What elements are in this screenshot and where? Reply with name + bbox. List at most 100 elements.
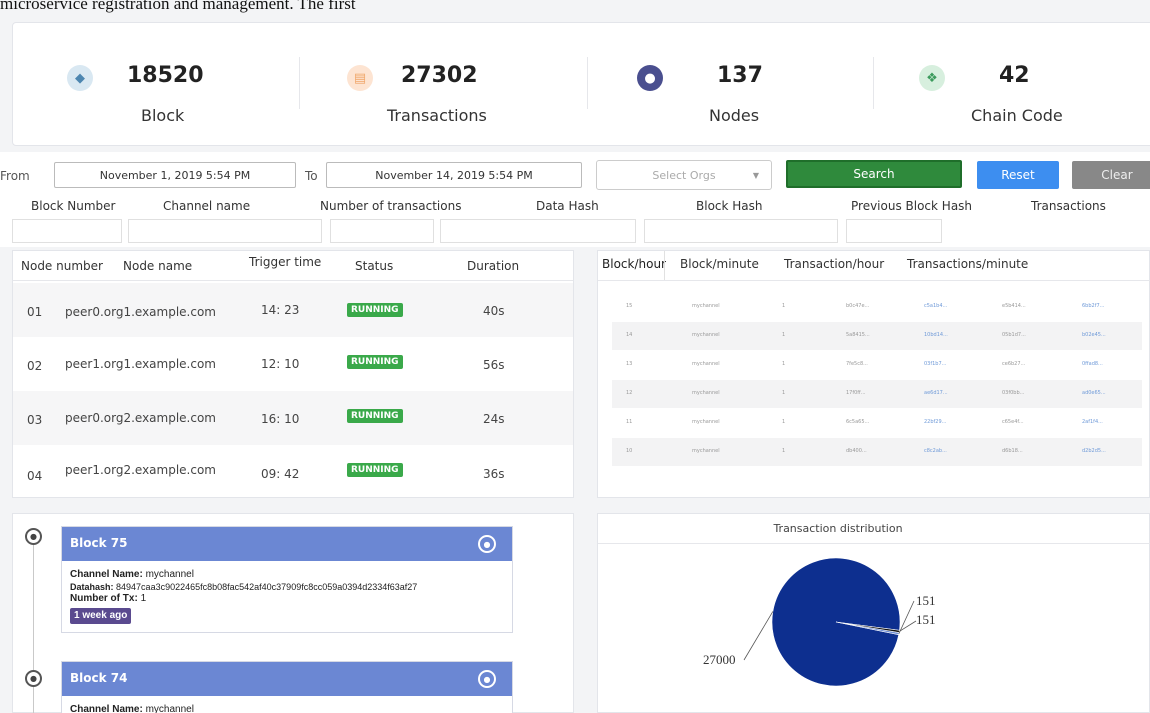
col-block-number[interactable]: Block Number: [31, 199, 115, 213]
tab-transaction-hour[interactable]: Transaction/hour: [784, 257, 884, 271]
table-cell[interactable]: c5a1b4...: [924, 303, 947, 309]
node-number: 01: [27, 305, 43, 319]
tab-block-hour[interactable]: Block/hour: [602, 257, 666, 271]
stat-nodes-value: 137: [717, 63, 763, 88]
search-button[interactable]: Search: [786, 160, 962, 188]
table-cell: 1: [782, 361, 786, 367]
table-cell: 1: [782, 448, 786, 454]
table-row[interactable]: 01 peer0.org1.example.com 14: 23 RUNNING…: [13, 283, 573, 337]
table-cell[interactable]: 03f1b7...: [924, 361, 946, 367]
node-duration: 24s: [483, 412, 505, 426]
table-cell[interactable]: d2b2d5...: [1082, 448, 1106, 454]
to-date-input[interactable]: November 14, 2019 5:54 PM: [326, 162, 582, 188]
clear-button[interactable]: Clear: [1072, 161, 1150, 189]
table-row[interactable]: 15 mychannel 1 b0c47e... c5a1b4... e5b414... 6…: [612, 293, 1142, 321]
table-row[interactable]: 11 mychannel 1 6c5a65... 22bf29... c65e4f... 2…: [612, 409, 1142, 437]
table-row[interactable]: 12 mychannel 1 17f0ff... ae6d17... 03f0bb... a…: [612, 380, 1142, 408]
col-channel-name[interactable]: Channel name: [163, 199, 250, 213]
table-cell[interactable]: 10bd14...: [924, 332, 948, 338]
tab-block-minute[interactable]: Block/minute: [680, 257, 759, 271]
table-cell: 1: [782, 332, 786, 338]
from-date-input[interactable]: November 1, 2019 5:54 PM: [54, 162, 296, 188]
pie-chart: [743, 557, 917, 687]
table-row[interactable]: 02 peer1.org1.example.com 12: 10 RUNNING…: [13, 337, 573, 391]
node-name: peer1.org1.example.com: [65, 357, 216, 371]
block-card[interactable]: Block 75 ● Channel Name: mychannel Datah…: [61, 526, 513, 633]
block-title: Block 74: [70, 671, 128, 685]
table-cell[interactable]: b02e45...: [1082, 332, 1106, 338]
reset-button[interactable]: Reset: [977, 161, 1059, 189]
table-cell: 17f0ff...: [846, 390, 866, 396]
table-cell[interactable]: c8c2ab...: [924, 448, 947, 454]
page-caption: microservice registration and management…: [0, 0, 356, 13]
node-name: peer0.org2.example.com: [65, 411, 216, 425]
col-previous-block-hash[interactable]: Previous Block Hash: [851, 199, 972, 213]
datahash-value: 84947caa3c9022465fc8b08fac542af40c37909f…: [116, 582, 418, 592]
table-cell: ce6b27...: [1002, 361, 1026, 367]
table-row[interactable]: 03 peer0.org2.example.com 16: 10 RUNNING…: [13, 391, 573, 445]
table-cell: 11: [626, 419, 633, 425]
block-hash-filter[interactable]: [644, 219, 838, 243]
table-cell[interactable]: 0ffad8...: [1082, 361, 1103, 367]
node-trigger-time: 12: 10: [261, 357, 300, 371]
col-data-hash[interactable]: Data Hash: [536, 199, 599, 213]
table-row[interactable]: 13 mychannel 1 7fe5c8... 03f1b7... ce6b27... 0…: [612, 351, 1142, 379]
table-cell[interactable]: 22bf29...: [924, 419, 946, 425]
node-duration: 40s: [483, 304, 505, 318]
table-cell: mychannel: [692, 303, 720, 309]
node-duration: 36s: [483, 467, 505, 481]
table-cell: mychannel: [692, 419, 720, 425]
transaction-distribution-panel: Transaction distribution: [597, 513, 1150, 713]
block-detail-icon[interactable]: ●: [478, 535, 496, 553]
table-cell: 1: [782, 303, 786, 309]
node-number: 02: [27, 359, 43, 373]
table-row[interactable]: 04 peer1.org2.example.com 09: 42 RUNNING…: [13, 445, 573, 499]
cube-icon: ●: [25, 670, 42, 687]
stat-nodes-label: Nodes: [709, 106, 760, 125]
table-cell[interactable]: 2af1f4...: [1082, 419, 1103, 425]
node-duration: 56s: [483, 358, 505, 372]
channel-name-filter[interactable]: [128, 219, 322, 243]
block-number-filter[interactable]: [12, 219, 122, 243]
to-label: To: [305, 169, 318, 183]
table-cell: e5b414...: [1002, 303, 1026, 309]
block-detail-icon[interactable]: ●: [478, 670, 496, 688]
table-row[interactable]: 10 mychannel 1 db400... c8c2ab... d6b18... d2b…: [612, 438, 1142, 466]
col-transactions[interactable]: Transactions: [1031, 199, 1106, 213]
status-header: Status: [355, 259, 394, 273]
data-hash-filter[interactable]: [440, 219, 636, 243]
node-name: peer0.org1.example.com: [65, 305, 216, 319]
stat-block-label: Block: [141, 106, 185, 125]
channel-name-value: mychannel: [145, 569, 194, 580]
table-cell[interactable]: ad0e65...: [1082, 390, 1106, 396]
col-block-hash[interactable]: Block Hash: [696, 199, 763, 213]
orgs-select-placeholder: Select Orgs: [652, 168, 716, 182]
stat-chaincode: ❖ 42 Chain Code: [913, 23, 1133, 147]
node-name-header: Node name: [123, 259, 193, 273]
node-number: 04: [27, 469, 43, 483]
stat-block: ◆ 18520 Block: [53, 23, 253, 147]
table-cell: 1: [782, 390, 786, 396]
pie-leader-line: [899, 620, 917, 632]
cube-icon: ●: [25, 528, 42, 545]
previous-block-hash-filter[interactable]: [846, 219, 942, 243]
tab-transactions-minute[interactable]: Transactions/minute: [907, 257, 1028, 271]
table-cell: 03f0bb...: [1002, 390, 1025, 396]
nodes-table: Node number Node name Trigger time Statu…: [12, 250, 574, 498]
table-cell[interactable]: ae6d17...: [924, 390, 948, 396]
col-number-transactions[interactable]: Number of transactions: [320, 199, 461, 213]
orgs-select[interactable]: Select Orgs ▼: [596, 160, 772, 190]
status-badge: RUNNING: [347, 409, 403, 423]
users-icon: ●: [637, 65, 663, 91]
pie-leader-line: [898, 600, 915, 634]
dashboard: microservice registration and management…: [0, 0, 1150, 713]
table-row[interactable]: 14 mychannel 1 5a8415... 10bd14... 05b1d7... b…: [612, 322, 1142, 350]
table-cell: b0c47e...: [846, 303, 870, 309]
channel-name-label: Channel Name:: [70, 569, 143, 580]
table-cell[interactable]: 6bb2f7...: [1082, 303, 1104, 309]
block-card[interactable]: Block 74 ● Channel Name: mychannel: [61, 661, 513, 713]
duration-header: Duration: [467, 259, 520, 273]
number-transactions-filter[interactable]: [330, 219, 434, 243]
table-cell: 12: [626, 390, 633, 396]
table-cell: mychannel: [692, 361, 720, 367]
